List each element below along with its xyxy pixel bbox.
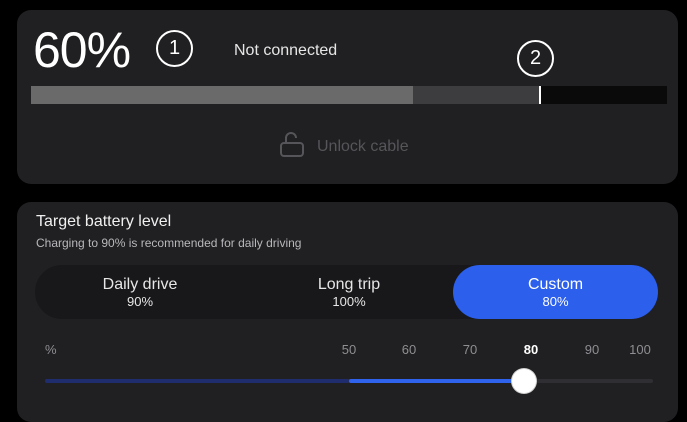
battery-percent: 60% xyxy=(33,22,131,78)
unlock-cable-button[interactable]: Unlock cable xyxy=(279,131,409,162)
scale-tick: 100 xyxy=(629,342,651,357)
unlock-cable-label: Unlock cable xyxy=(317,137,409,155)
option-custom[interactable]: Custom 80% xyxy=(453,265,658,319)
target-level-marker xyxy=(538,86,541,104)
option-value: 80% xyxy=(542,293,569,309)
scale-unit-label: % xyxy=(45,342,57,357)
option-label: Long trip xyxy=(317,275,381,293)
charge-mode-selector: Daily drive 90% Long trip 100% Custom 80… xyxy=(35,265,658,319)
scale-tick: 90 xyxy=(584,342,600,357)
target-title: Target battery level xyxy=(36,213,172,230)
battery-level-bar xyxy=(31,86,667,104)
target-level-slider[interactable] xyxy=(45,379,653,383)
connection-status: Not connected xyxy=(234,42,338,59)
option-label: Daily drive xyxy=(102,275,178,293)
scale-tick: 50 xyxy=(341,342,357,357)
scale-tick-active: 80 xyxy=(523,342,539,357)
target-subtitle: Charging to 90% is recommended for daily… xyxy=(36,236,302,250)
slider-thumb[interactable] xyxy=(511,369,536,393)
scale-tick: 70 xyxy=(462,342,478,357)
unlock-icon xyxy=(279,131,317,162)
option-value: 100% xyxy=(332,293,366,309)
callout-marker-1: 1 xyxy=(156,30,193,67)
option-long-trip[interactable]: Long trip 100% xyxy=(245,265,453,319)
option-value: 90% xyxy=(126,293,154,309)
slider-locked-range xyxy=(45,379,349,383)
scale-tick: 60 xyxy=(401,342,417,357)
option-daily-drive[interactable]: Daily drive 90% xyxy=(35,265,245,319)
callout-marker-2: 2 xyxy=(517,40,554,77)
current-level-fill xyxy=(31,86,413,104)
option-label: Custom xyxy=(527,275,584,293)
slider-selected-range xyxy=(349,379,524,383)
